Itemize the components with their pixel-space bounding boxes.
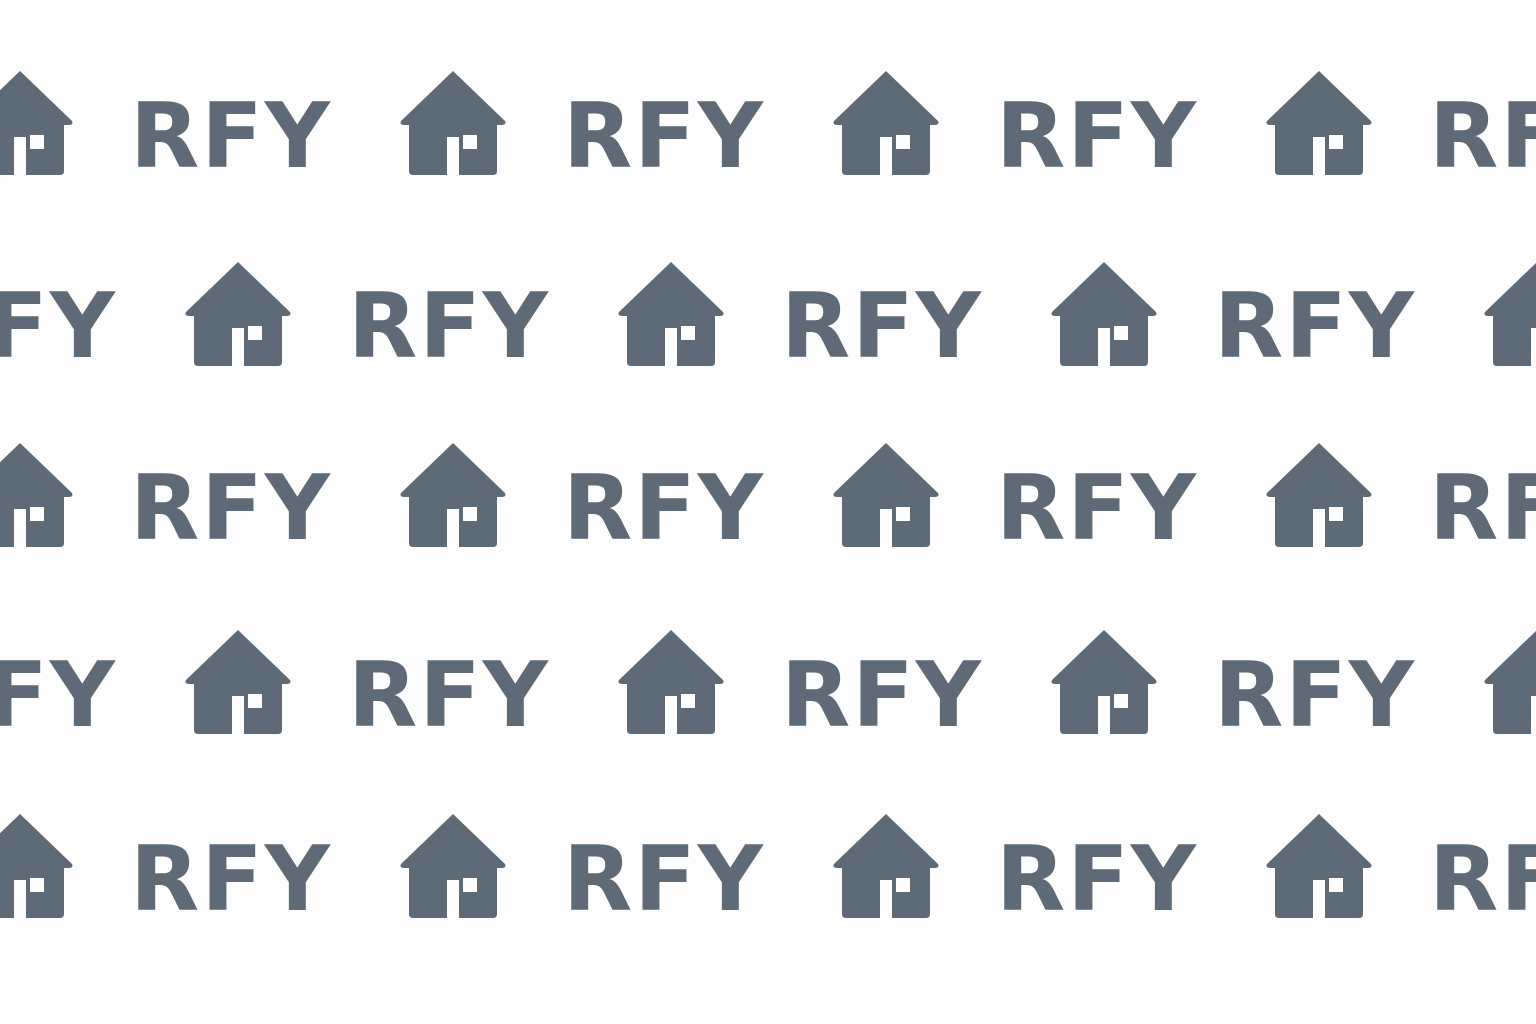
house-icon — [1481, 258, 1536, 368]
house-icon — [830, 439, 942, 549]
house-icon — [0, 810, 76, 920]
house-icon — [397, 810, 509, 920]
house-icon — [1263, 439, 1375, 549]
brand-text: RFY — [0, 274, 117, 379]
brand-text: RFY — [996, 84, 1198, 189]
house-icon — [830, 810, 942, 920]
brand-text: RFY — [1429, 827, 1536, 932]
brand-text: RFY — [130, 84, 332, 189]
house-icon — [1048, 626, 1160, 736]
house-icon — [615, 258, 727, 368]
brand-text: RFY — [563, 827, 765, 932]
house-icon — [615, 626, 727, 736]
house-icon — [1048, 258, 1160, 368]
brand-text: RFY — [781, 274, 983, 379]
house-icon — [182, 258, 294, 368]
brand-text: RFY — [0, 643, 117, 748]
house-icon — [0, 439, 76, 549]
brand-text: RFY — [996, 456, 1198, 561]
house-icon — [1263, 67, 1375, 177]
house-icon — [397, 67, 509, 177]
house-icon — [397, 439, 509, 549]
brand-text: RFY — [130, 827, 332, 932]
brand-text: RFY — [781, 643, 983, 748]
house-icon — [182, 626, 294, 736]
house-icon — [830, 67, 942, 177]
brand-text: RFY — [996, 827, 1198, 932]
brand-text: RFY — [1214, 643, 1416, 748]
pattern-canvas: RFYRFYRFYRFYRFYRFYRFYRFYRFYRFYRFYRFYRFYR… — [0, 0, 1536, 1024]
house-icon — [1263, 810, 1375, 920]
brand-text: RFY — [1429, 456, 1536, 561]
brand-text: RFY — [348, 643, 550, 748]
house-icon — [0, 67, 76, 177]
brand-text: RFY — [1429, 84, 1536, 189]
brand-text: RFY — [1214, 274, 1416, 379]
brand-text: RFY — [563, 84, 765, 189]
house-icon — [1481, 626, 1536, 736]
brand-text: RFY — [348, 274, 550, 379]
brand-text: RFY — [563, 456, 765, 561]
brand-text: RFY — [130, 456, 332, 561]
